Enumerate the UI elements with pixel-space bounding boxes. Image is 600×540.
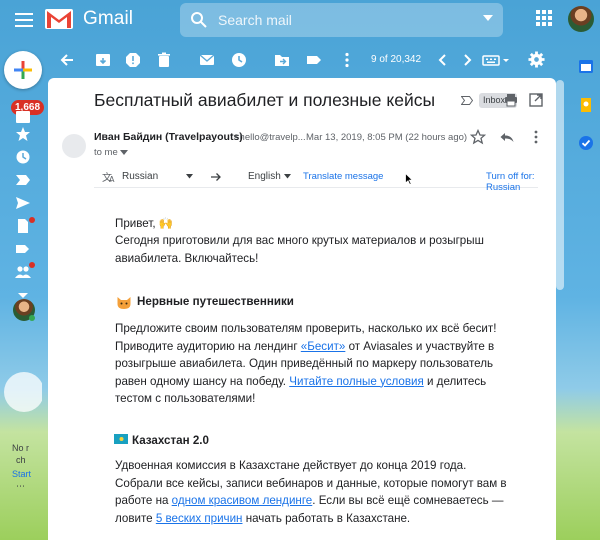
newer-icon[interactable] <box>434 51 452 69</box>
label-chip-text: Inbox <box>483 95 506 105</box>
hangouts-dots: ⋯ <box>16 481 25 491</box>
snooze-icon[interactable] <box>230 51 248 69</box>
star-icon[interactable] <box>470 129 486 145</box>
section1-title: Нервные путешественники <box>137 295 294 308</box>
top-bar: Gmail <box>0 0 600 40</box>
mark-unread-icon[interactable] <box>198 51 216 69</box>
message-toolbar: 9 of 20,342 <box>48 46 558 74</box>
intro-text: Сегодня приготовили для вас много крутых… <box>115 234 484 265</box>
apps-grid-icon[interactable] <box>536 10 552 26</box>
delete-icon[interactable] <box>155 51 173 69</box>
move-to-icon[interactable] <box>273 51 291 69</box>
translate-icon: 文A <box>102 171 115 183</box>
more-icon[interactable] <box>338 51 356 69</box>
sender-name[interactable]: Иван Байдин (Travelpayouts) <box>94 131 243 143</box>
target-language-dropdown-icon[interactable] <box>284 174 291 179</box>
inbox-icon[interactable] <box>15 109 31 125</box>
landing-page-link[interactable]: одном красивом лендинге <box>172 494 313 507</box>
snoozed-icon[interactable] <box>15 149 31 165</box>
contacts-dot <box>29 262 35 268</box>
gmail-logo[interactable]: Gmail <box>44 7 133 31</box>
keep-icon[interactable] <box>578 97 594 113</box>
hangouts-start-link[interactable]: Start <box>12 469 31 479</box>
section2-text: Удвоенная комиссия в Казахстане действуе… <box>115 459 507 525</box>
more-vert-icon[interactable] <box>528 129 544 145</box>
calendar-icon[interactable] <box>578 58 594 74</box>
older-icon[interactable] <box>458 51 476 69</box>
reply-icon[interactable] <box>499 129 515 145</box>
hangouts-empty-text: No r <box>12 443 30 453</box>
sender-avatar[interactable] <box>62 134 86 158</box>
message-panel: Бесплатный авиабилет и полезные кейсы In… <box>48 78 556 540</box>
print-icon[interactable] <box>504 93 518 107</box>
sent-icon[interactable] <box>15 195 31 211</box>
hangouts-icon <box>4 372 42 412</box>
main-menu-icon[interactable] <box>12 8 36 32</box>
starred-icon[interactable] <box>15 126 31 142</box>
cat-emoji-icon <box>117 297 131 309</box>
recipient-text: to me <box>94 147 118 158</box>
svg-text:A: A <box>109 175 115 183</box>
arrow-right-icon <box>211 173 221 181</box>
presence-dot <box>29 315 35 321</box>
source-language-select[interactable]: Russian <box>122 171 158 182</box>
pager-count: 9 of 20,342 <box>371 54 422 65</box>
five-reasons-link[interactable]: 5 веских причин <box>156 512 243 525</box>
archive-icon[interactable] <box>94 51 112 69</box>
target-language-select[interactable]: English <box>248 171 281 182</box>
scrollbar[interactable] <box>556 80 564 290</box>
settings-icon[interactable] <box>528 51 545 68</box>
greeting-text: Привет, 🙌 <box>115 217 174 230</box>
search-input[interactable] <box>218 11 458 29</box>
drafts-dot <box>29 217 35 223</box>
search-options-icon[interactable] <box>483 15 493 21</box>
full-terms-link[interactable]: Читайте полные условия <box>289 375 424 388</box>
search-icon[interactable] <box>190 11 208 29</box>
recipient-details[interactable]: to me <box>94 147 128 158</box>
translate-bar: 文A Russian English Translate message Tur… <box>94 166 538 193</box>
input-tools-icon[interactable] <box>482 51 512 69</box>
translate-message-link[interactable]: Translate message <box>303 171 383 182</box>
importance-marker-icon[interactable] <box>461 96 473 105</box>
source-language-dropdown-icon[interactable] <box>186 174 193 179</box>
gmail-m-icon <box>45 9 73 29</box>
labels-icon[interactable] <box>305 51 323 69</box>
important-icon[interactable] <box>15 172 31 188</box>
message-subject: Бесплатный авиабилет и полезные кейсы <box>94 90 436 110</box>
besit-landing-link[interactable]: «Бесит» <box>301 340 346 353</box>
account-avatar[interactable] <box>568 6 594 32</box>
kazakhstan-flag-icon <box>114 434 128 444</box>
label-icon[interactable] <box>15 241 31 257</box>
report-spam-icon[interactable] <box>124 51 142 69</box>
compose-button[interactable] <box>4 51 42 89</box>
back-icon[interactable] <box>58 51 76 69</box>
message-date: Mar 13, 2019, 8:05 PM (22 hours ago) <box>306 132 468 143</box>
hangouts-empty-text-2: ch <box>16 455 26 465</box>
section2-title: Казахстан 2.0 <box>132 434 209 447</box>
turn-off-translation-link[interactable]: Turn off for: Russian <box>486 171 538 193</box>
compose-plus-icon <box>14 61 32 79</box>
mouse-cursor-icon <box>405 173 413 185</box>
open-new-window-icon[interactable] <box>529 93 543 107</box>
app-name: Gmail <box>83 8 134 29</box>
search-bar[interactable] <box>180 3 503 37</box>
chevron-down-icon <box>119 149 128 155</box>
sender-email: <hello@travelp... <box>234 132 306 143</box>
section1-text: Предложите своим пользователям проверить… <box>115 322 497 405</box>
tasks-icon[interactable] <box>578 135 594 151</box>
